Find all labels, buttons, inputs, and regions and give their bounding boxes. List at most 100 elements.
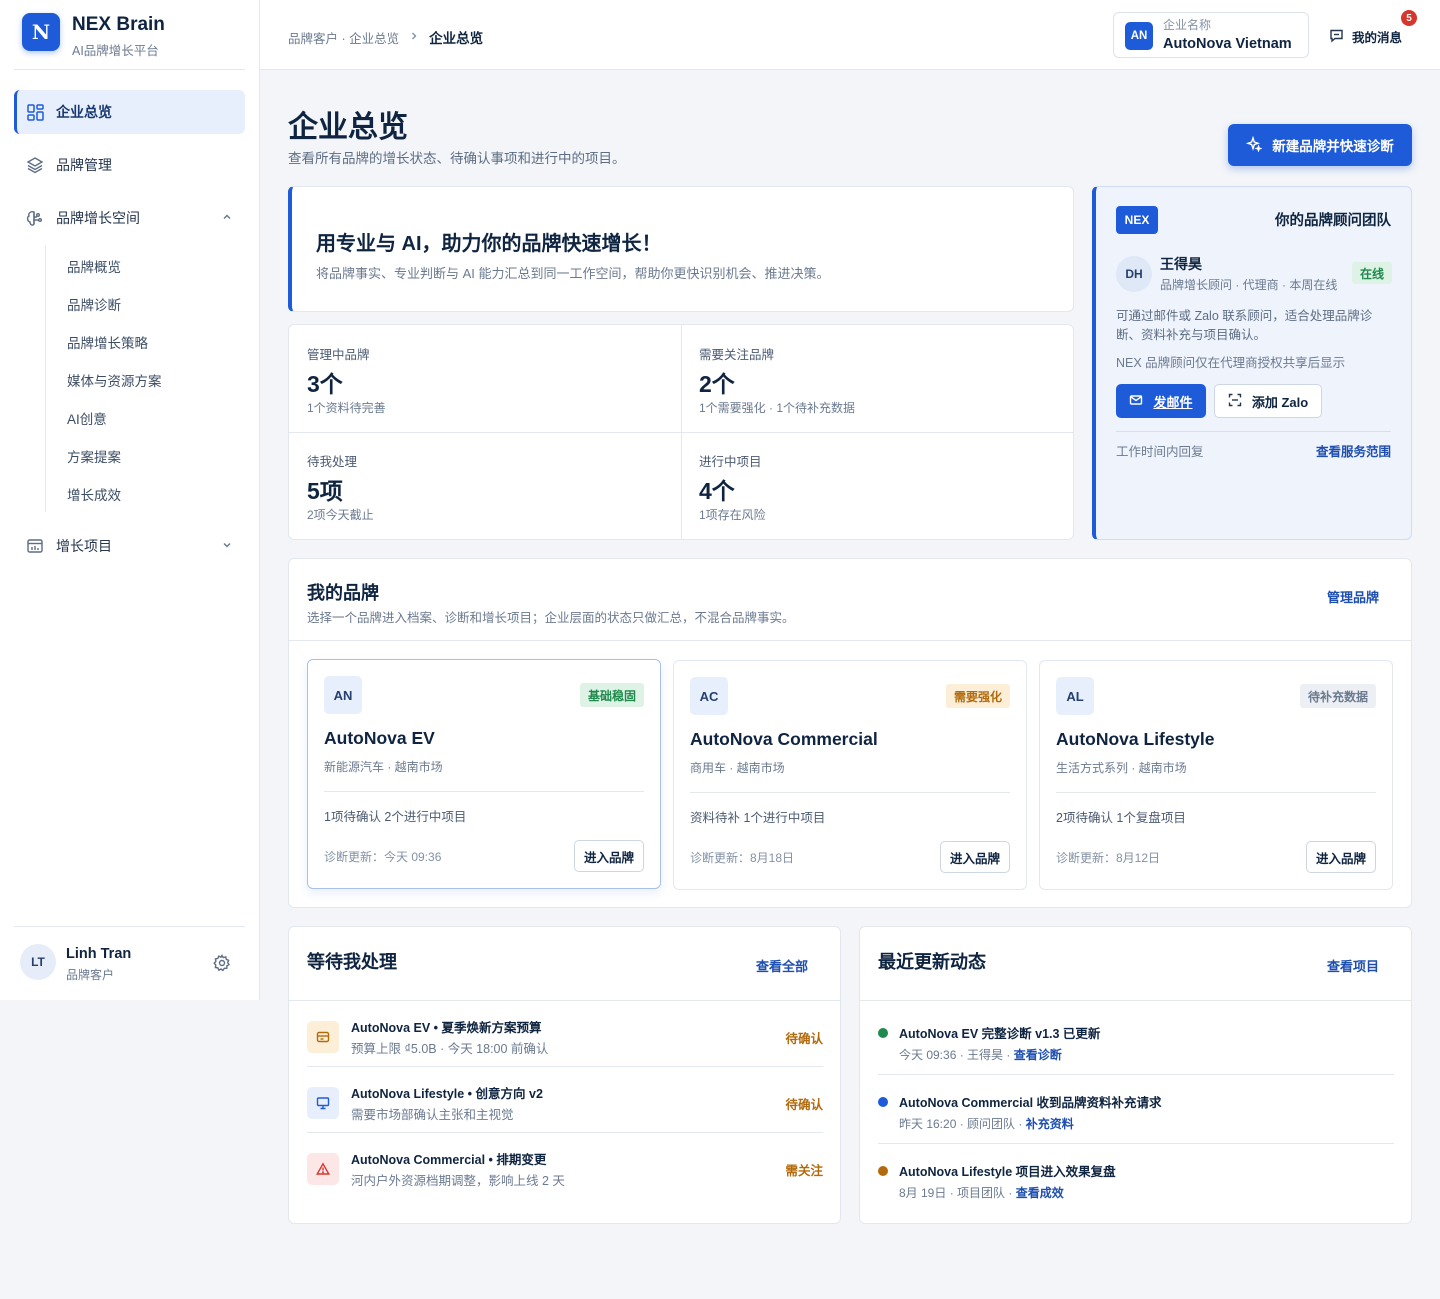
stat-attention-brands[interactable]: 需要关注品牌 2个 1个需要强化 · 1个待补充数据	[681, 325, 1074, 433]
update-link[interactable]: 查看成效	[1016, 1186, 1064, 1200]
app-subtitle: AI品牌增长平台	[72, 44, 159, 58]
enter-brand-button[interactable]: 进入品牌	[940, 841, 1010, 873]
stat-managed-brands[interactable]: 管理中品牌 3个 1个资料待完善	[289, 325, 682, 433]
dashboard-icon	[26, 103, 44, 121]
divider	[878, 1074, 1394, 1075]
list-item[interactable]: AutoNova EV • 夏季焕新方案预算 预算上限 ₫5.0B · 今天 1…	[307, 1001, 823, 1067]
subnav-media-plan[interactable]: 媒体与资源方案	[67, 370, 162, 390]
list-item: AutoNova Commercial 收到品牌资料补充请求 昨天 16:20 …	[878, 1076, 1394, 1144]
view-all-link[interactable]: 查看全部	[756, 956, 808, 975]
gear-icon[interactable]	[213, 954, 231, 977]
brain-icon	[26, 209, 44, 227]
advisor-note: NEX 品牌顾问仅在代理商授权共享后显示	[1116, 356, 1346, 370]
subnav-proposal[interactable]: 方案提案	[67, 446, 121, 466]
status-badge: 待确认	[785, 1098, 823, 1112]
avatar: DH	[1116, 256, 1152, 292]
advisor-hours: 工作时间内回复	[1116, 445, 1204, 459]
task-detail: 预算上限 ₫5.0B · 今天 18:00 前确认	[351, 1042, 549, 1056]
list-item: AutoNova EV 完整诊断 v1.3 已更新 今天 09:36 · 王得昊…	[878, 1007, 1394, 1075]
update-link[interactable]: 查看诊断	[1014, 1048, 1062, 1062]
brand-name: AutoNova Commercial	[690, 729, 878, 749]
subnav-ai-creative[interactable]: AI创意	[67, 408, 107, 428]
nav-item-brands[interactable]: 品牌管理	[14, 143, 245, 187]
user-role: 品牌客户	[66, 968, 115, 982]
update-title: AutoNova EV 完整诊断 v1.3 已更新	[899, 1027, 1101, 1041]
my-brands-section: 我的品牌 选择一个品牌进入档案、诊断和增长项目；企业层面的状态只做汇总，不混合品…	[288, 558, 1412, 908]
subnav-growth-strategy[interactable]: 品牌增长策略	[67, 332, 148, 352]
status-badge: 待补充数据	[1299, 684, 1376, 708]
user-profile[interactable]: LT Linh Tran 品牌客户	[0, 940, 259, 1000]
manage-brands-link[interactable]: 管理品牌	[1327, 587, 1379, 606]
section-subtitle: 选择一个品牌进入档案、诊断和增长项目；企业层面的状态只做汇总，不混合品牌事实。	[307, 611, 795, 625]
user-name: Linh Tran	[66, 946, 132, 962]
brand-card[interactable]: AC 需要强化 AutoNova Commercial 商用车 · 越南市场 资…	[673, 660, 1027, 890]
submenu-line	[45, 246, 46, 512]
update-title: AutoNova Lifestyle 项目进入效果复盘	[899, 1165, 1116, 1179]
view-projects-link[interactable]: 查看项目	[1327, 956, 1379, 975]
hero-title: 用专业与 AI，助力你的品牌快速增长！	[316, 233, 662, 255]
update-meta: 昨天 16:20 · 顾问团队 · 补充资料	[899, 1115, 1074, 1132]
app-logo[interactable]: N	[22, 13, 60, 51]
chevron-up-icon[interactable]	[221, 210, 233, 226]
nav-label: 增长项目	[56, 538, 112, 554]
brand-card[interactable]: AL 待补充数据 AutoNova Lifestyle 生活方式系列 · 越南市…	[1039, 660, 1393, 890]
nav-label: 品牌管理	[56, 157, 112, 173]
chevron-down-icon[interactable]	[221, 538, 233, 554]
divider	[289, 640, 1411, 641]
stat-note: 1个资料待完善	[307, 401, 386, 415]
company-label: 企业名称	[1163, 18, 1212, 32]
list-item[interactable]: AutoNova Commercial • 排期变更 河内户外资源档期调整，影响…	[307, 1133, 823, 1199]
section-title: 最近更新动态	[878, 952, 986, 972]
messages-count-badge: 5	[1401, 10, 1417, 26]
service-scope-link[interactable]: 查看服务范围	[1316, 441, 1391, 460]
enter-brand-button[interactable]: 进入品牌	[574, 840, 644, 872]
nav-item-growth-space[interactable]: 品牌增长空间	[14, 196, 245, 240]
brand-updated: 诊断更新：8月18日	[690, 851, 795, 865]
nav-label: 企业总览	[56, 104, 112, 120]
brand-card[interactable]: AN 基础稳固 AutoNova EV 新能源汽车 · 越南市场 1项待确认 2…	[307, 659, 661, 889]
update-link[interactable]: 补充资料	[1026, 1117, 1074, 1131]
breadcrumb-current: 企业总览	[429, 31, 484, 46]
messages-button[interactable]: 我的消息	[1329, 27, 1402, 46]
stat-value: 5项	[307, 478, 343, 504]
section-title: 我的品牌	[307, 583, 379, 603]
stat-active-projects[interactable]: 进行中项目 4个 1项存在风险	[681, 432, 1074, 540]
brand-stats: 资料待补 1个进行中项目	[690, 811, 826, 825]
subnav-brand-diagnosis[interactable]: 品牌诊断	[67, 294, 121, 314]
nav-item-overview[interactable]: 企业总览	[14, 90, 245, 134]
enter-brand-button[interactable]: 进入品牌	[1306, 841, 1376, 873]
status-badge: 在线	[1352, 262, 1392, 284]
section-title: 等待我处理	[307, 952, 397, 972]
nex-tag: NEX	[1116, 206, 1158, 234]
advisor-card: NEX 你的品牌顾问团队 DH 王得昊 品牌增长顾问 · 代理商 · 本周在线 …	[1092, 186, 1412, 540]
nav-label: 品牌增长空间	[56, 210, 140, 226]
breadcrumb-parent[interactable]: 品牌客户 · 企业总览	[288, 28, 399, 47]
stat-note: 2项今天截止	[307, 508, 374, 522]
update-meta-text: 今天 09:36 · 王得昊 ·	[899, 1048, 1014, 1062]
page-title: 企业总览	[288, 111, 408, 144]
subnav-brand-overview[interactable]: 品牌概览	[67, 256, 121, 276]
stat-value: 2个	[699, 371, 735, 397]
advisor-name: 王得昊	[1160, 256, 1202, 272]
stat-label: 进行中项目	[699, 455, 762, 469]
subnav-growth-results[interactable]: 增长成效	[67, 484, 121, 504]
update-meta: 今天 09:36 · 王得昊 · 查看诊断	[899, 1046, 1062, 1063]
list-item[interactable]: AutoNova Lifestyle • 创意方向 v2 需要市场部确认主张和主…	[307, 1067, 823, 1133]
update-title: AutoNova Commercial 收到品牌资料补充请求	[899, 1096, 1162, 1110]
stat-value: 3个	[307, 371, 343, 397]
company-selector[interactable]: AN 企业名称 AutoNova Vietnam	[1113, 12, 1309, 58]
divider	[14, 69, 245, 70]
stat-pending-tasks[interactable]: 待我处理 5项 2项今天截止	[289, 432, 682, 540]
status-dot	[878, 1097, 888, 1107]
divider	[324, 791, 644, 792]
brand-initials: AL	[1056, 677, 1094, 715]
pending-tasks-section: 等待我处理 查看全部 AutoNova EV • 夏季焕新方案预算 预算上限 ₫…	[288, 926, 841, 1224]
new-brand-diagnosis-button[interactable]: 新建品牌并快速诊断	[1228, 124, 1412, 166]
stat-label: 需要关注品牌	[699, 348, 775, 362]
nav-item-growth-projects[interactable]: 增长项目	[14, 524, 245, 568]
warning-icon	[307, 1153, 339, 1185]
recent-updates-section: 最近更新动态 查看项目 AutoNova EV 完整诊断 v1.3 已更新 今天…	[859, 926, 1412, 1224]
calendar-icon	[26, 537, 44, 555]
email-button[interactable]: 发邮件	[1116, 384, 1206, 418]
add-zalo-button[interactable]: 添加 Zalo	[1214, 384, 1322, 418]
